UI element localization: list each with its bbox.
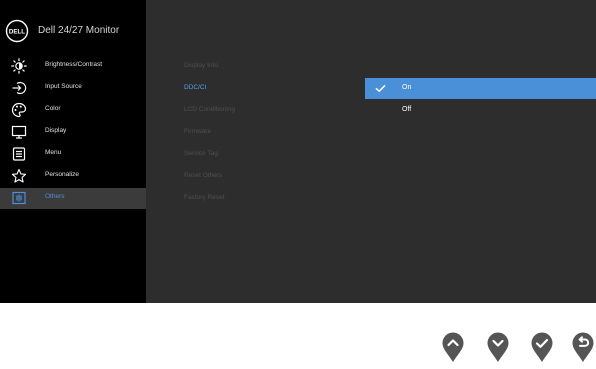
sidebar-item-label: Color [45,105,61,112]
sidebar-item-color[interactable]: Color [0,100,146,121]
sidebar-item-menu[interactable]: Menu [0,144,146,165]
confirm-button[interactable] [530,331,554,363]
osd-title: Dell 24/27 Monitor [38,25,120,36]
down-button[interactable] [486,331,510,363]
sidebar-item-brightness-contrast[interactable]: Brightness/Contrast [0,56,146,77]
option-off[interactable]: Off [365,100,596,121]
sidebar-item-label: Others [45,193,65,200]
sidebar-item-label: Menu [45,149,62,156]
option-on[interactable]: On [365,78,596,99]
back-button[interactable] [571,331,595,363]
submenu-item-service-tag[interactable]: Service Tag [184,150,218,157]
sidebar-item-input-source[interactable]: Input Source [0,78,146,99]
dell-logo-text: DELL [9,29,25,36]
color-icon [11,102,27,118]
star-icon [11,168,27,183]
sidebar-item-label: Input Source [45,83,82,90]
osd-header: DELL Dell 24/27 Monitor [0,0,146,52]
sidebar-item-others[interactable]: Others [0,188,146,209]
brightness-icon [11,58,27,74]
up-button[interactable] [441,331,465,363]
sidebar-item-label: Display [45,127,67,134]
sidebar-item-label: Personalize [45,171,79,178]
monitor-osd: DELL Dell 24/27 Monitor Brightness/Contr… [0,0,596,303]
submenu-item-lcd-conditioning[interactable]: LCD Conditioning [184,106,235,113]
input-source-icon [12,81,27,95]
osd-sidebar: DELL Dell 24/27 Monitor Brightness/Contr… [0,0,146,303]
dell-logo: DELL [5,19,29,43]
submenu-item-firmware[interactable]: Firmware [184,128,211,135]
sidebar-item-personalize[interactable]: Personalize [0,166,146,187]
display-icon [11,125,27,139]
option-label: On [402,84,412,91]
submenu-item-ddc-ci[interactable]: DDC/CI [184,84,206,91]
submenu-item-display-info[interactable]: Display Info [184,62,218,69]
sidebar-item-label: Brightness/Contrast [45,61,103,68]
submenu-item-reset-others[interactable]: Reset Others [184,172,222,179]
check-icon [375,85,386,92]
option-label: Off [402,106,412,113]
menu-icon [12,147,26,161]
others-icon [12,191,26,205]
submenu-item-factory-reset[interactable]: Factory Reset [184,194,224,201]
sidebar-item-display[interactable]: Display [0,122,146,143]
